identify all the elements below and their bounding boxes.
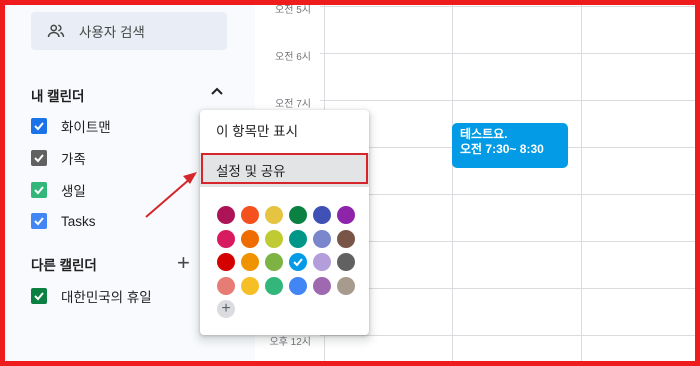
time-label: 오전 7시 bbox=[275, 99, 311, 110]
color-swatch[interactable] bbox=[265, 229, 283, 248]
calendar-label: 대한민국의 휴일 bbox=[61, 290, 152, 305]
checkbox[interactable] bbox=[31, 213, 47, 229]
display-this-only-item[interactable]: 이 항목만 표시 bbox=[200, 113, 369, 147]
color-swatch[interactable] bbox=[313, 276, 331, 295]
color-swatch[interactable] bbox=[337, 276, 355, 295]
other-calendars-title[interactable]: 다른 캘린더 bbox=[31, 254, 97, 274]
color-swatch[interactable] bbox=[241, 206, 259, 224]
event-time: 오전 7:30~ 8:30 bbox=[460, 142, 544, 156]
time-label: 오후 12시 bbox=[269, 337, 311, 348]
color-swatch[interactable] bbox=[337, 206, 355, 224]
event-title: 테스트요. bbox=[460, 127, 508, 141]
color-swatch[interactable] bbox=[265, 253, 283, 271]
color-swatch[interactable] bbox=[265, 206, 283, 224]
search-people-button[interactable]: 사용자 검색 bbox=[31, 12, 227, 50]
check-icon bbox=[34, 292, 44, 301]
check-icon bbox=[34, 122, 44, 131]
search-people-label: 사용자 검색 bbox=[79, 25, 145, 40]
color-swatch[interactable] bbox=[313, 253, 331, 271]
color-swatch[interactable] bbox=[241, 229, 259, 248]
day-divider bbox=[452, 5, 453, 361]
calendar-item-korea-holidays[interactable]: 대한민국의 휴일 bbox=[31, 285, 152, 307]
calendar-item-tasks[interactable]: Tasks bbox=[31, 210, 96, 232]
checkbox[interactable] bbox=[31, 118, 47, 134]
color-swatch[interactable] bbox=[289, 229, 307, 248]
color-swatch[interactable] bbox=[241, 253, 259, 271]
check-icon bbox=[34, 186, 44, 195]
calendar-label: 가족 bbox=[61, 152, 86, 167]
hour-line bbox=[320, 241, 695, 242]
hour-line bbox=[320, 100, 695, 101]
check-icon bbox=[34, 217, 44, 226]
color-swatch[interactable] bbox=[289, 253, 307, 271]
color-swatch[interactable] bbox=[241, 276, 259, 295]
highlight-annotation-box bbox=[201, 153, 368, 184]
add-calendar-icon[interactable]: + bbox=[177, 252, 190, 274]
calendar-label: 화이트맨 bbox=[61, 120, 111, 135]
hour-line bbox=[320, 53, 695, 54]
color-swatch[interactable] bbox=[313, 229, 331, 248]
checkbox[interactable] bbox=[31, 288, 47, 304]
check-icon bbox=[293, 258, 303, 267]
calendar-options-menu: 이 항목만 표시 설정 및 공유 + bbox=[200, 110, 369, 335]
checkbox[interactable] bbox=[31, 182, 47, 198]
calendar-label: Tasks bbox=[61, 213, 96, 229]
hour-line bbox=[320, 194, 695, 195]
checkbox[interactable] bbox=[31, 150, 47, 166]
calendar-item-family[interactable]: 가족 bbox=[31, 147, 86, 169]
color-swatch[interactable] bbox=[337, 253, 355, 271]
my-calendars-title[interactable]: 내 캘린더 bbox=[31, 85, 84, 105]
time-label: 오전 5시 bbox=[275, 5, 311, 16]
color-swatch[interactable] bbox=[313, 206, 331, 224]
color-swatch[interactable] bbox=[217, 229, 235, 248]
color-swatch[interactable] bbox=[217, 276, 235, 295]
color-swatch[interactable] bbox=[217, 253, 235, 271]
hour-line bbox=[320, 335, 695, 336]
check-icon bbox=[34, 154, 44, 163]
calendar-label: 생일 bbox=[61, 184, 86, 199]
add-custom-color-icon[interactable]: + bbox=[217, 300, 235, 318]
color-swatch[interactable] bbox=[217, 206, 235, 224]
hour-line bbox=[320, 288, 695, 289]
people-icon bbox=[47, 24, 65, 38]
calendar-event[interactable]: 테스트요. 오전 7:30~ 8:30 bbox=[452, 123, 568, 168]
hour-line bbox=[320, 6, 695, 7]
chevron-up-icon[interactable] bbox=[210, 84, 224, 98]
color-swatch[interactable] bbox=[289, 276, 307, 295]
color-swatch[interactable] bbox=[337, 229, 355, 248]
time-label: 오전 6시 bbox=[275, 52, 311, 63]
color-swatch[interactable] bbox=[265, 276, 283, 295]
calendar-item-birthday[interactable]: 생일 bbox=[31, 179, 86, 201]
calendar-item-whiteman[interactable]: 화이트맨 bbox=[31, 115, 111, 137]
day-divider bbox=[581, 5, 582, 361]
color-swatch[interactable] bbox=[289, 206, 307, 224]
